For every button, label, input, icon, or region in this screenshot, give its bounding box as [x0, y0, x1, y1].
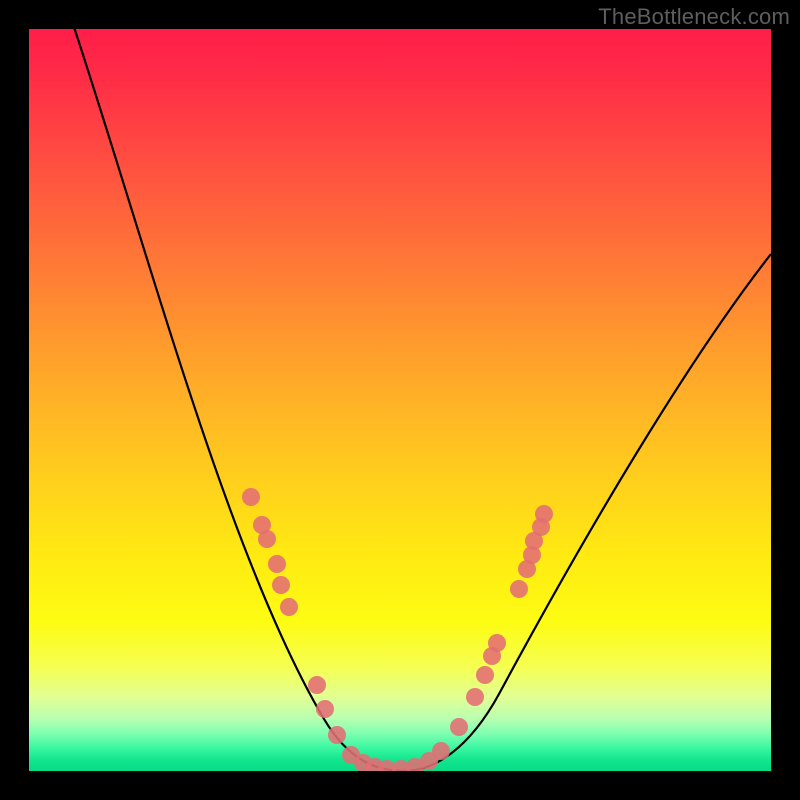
data-marker	[488, 634, 506, 652]
data-marker	[328, 726, 346, 744]
data-marker	[535, 505, 553, 523]
data-marker	[308, 676, 326, 694]
data-marker	[432, 742, 450, 760]
data-markers	[242, 488, 553, 771]
data-marker	[476, 666, 494, 684]
chart-svg	[29, 29, 771, 771]
data-marker	[280, 598, 298, 616]
plot-area	[29, 29, 771, 771]
data-marker	[466, 688, 484, 706]
data-marker	[316, 700, 334, 718]
data-marker	[268, 555, 286, 573]
data-marker	[450, 718, 468, 736]
data-marker	[272, 576, 290, 594]
data-marker	[258, 530, 276, 548]
data-marker	[242, 488, 260, 506]
watermark-text: TheBottleneck.com	[598, 4, 790, 30]
data-marker	[510, 580, 528, 598]
chart-frame: TheBottleneck.com	[0, 0, 800, 800]
bottleneck-curve	[72, 29, 771, 771]
